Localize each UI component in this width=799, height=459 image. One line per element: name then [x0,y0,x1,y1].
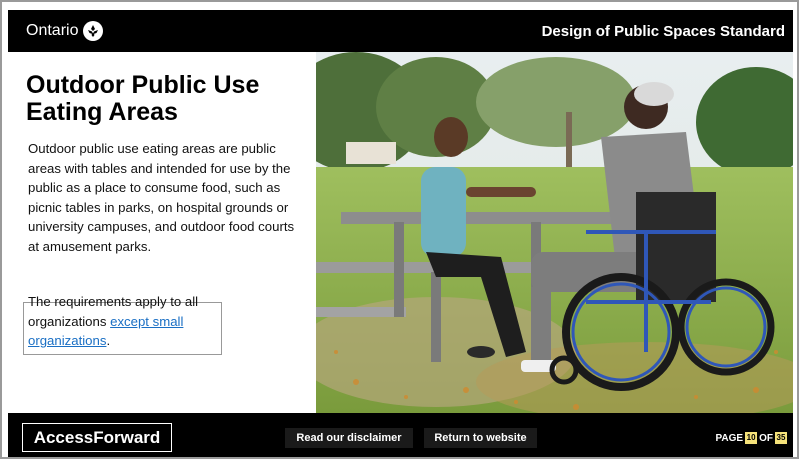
trillium-icon [83,21,104,41]
page-title: Outdoor Public Use Eating Areas [26,71,260,126]
page-label: PAGE [715,432,744,444]
top-bar: Ontario Design of Public Spaces Standard [8,10,793,52]
standard-title: Design of Public Spaces Standard [541,22,785,40]
page-total: 35 [775,432,787,444]
page-indicator: PAGE 10 OF 35 [715,428,787,448]
bottom-bar: AccessForward Read our disclaimer Return… [8,413,793,457]
park-photo [316,52,793,413]
ontario-wordmark: Ontario [26,22,79,39]
content-panel: Outdoor Public Use Eating Areas Outdoor … [10,52,316,413]
page-current: 10 [745,432,758,444]
read-disclaimer-button[interactable]: Read our disclaimer [285,428,413,448]
requirement-text: The requirements apply to all organizati… [28,292,228,351]
ontario-logo: Ontario [26,10,104,52]
requirement-suffix: . [106,333,111,348]
accessforward-logo: AccessForward [22,423,172,452]
page-of-label: OF [759,432,773,444]
description-text: Outdoor public use eating areas are publ… [28,141,295,254]
return-to-website-button[interactable]: Return to website [424,428,537,448]
